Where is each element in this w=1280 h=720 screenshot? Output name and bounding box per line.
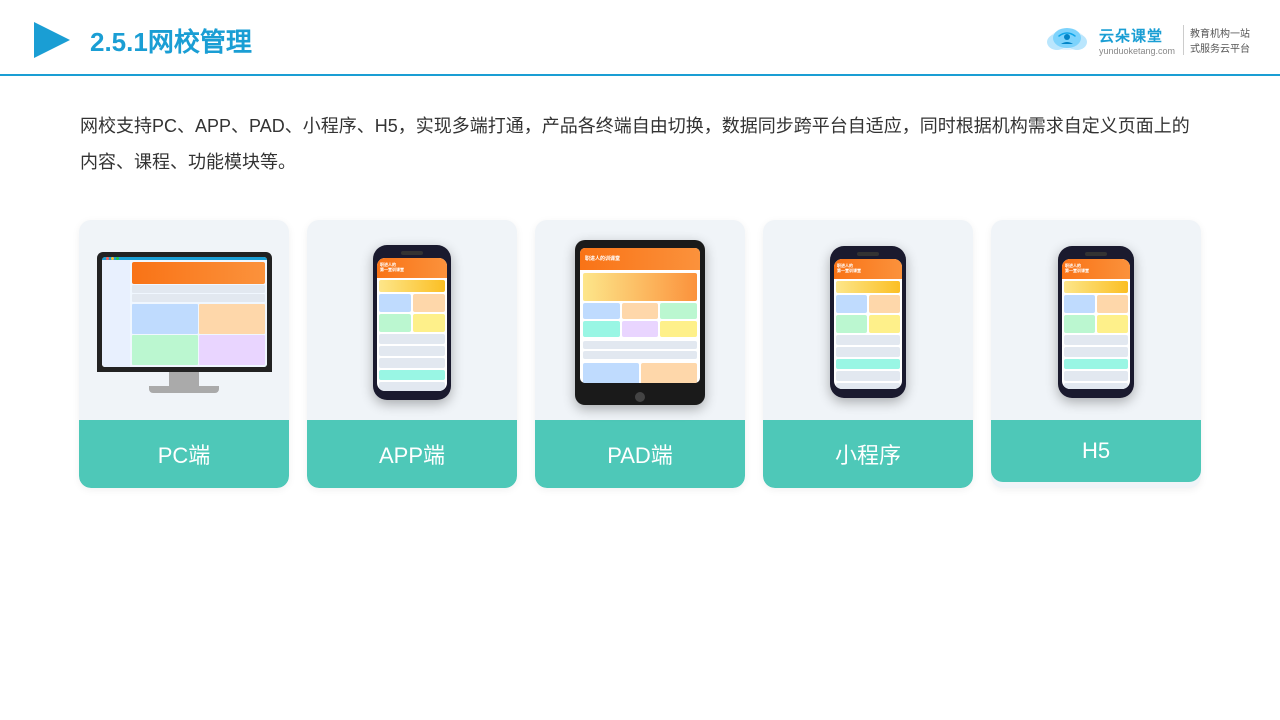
- h5-screen: 职进人的第一堂训课堂: [1062, 259, 1130, 389]
- card-h5-image: 职进人的第一堂训课堂: [991, 220, 1201, 420]
- logo-area: 云朵课堂 yunduoketang.com 教育机构一站 式服务云平台: [1041, 20, 1250, 60]
- card-miniprogram: 职进人的第一堂训课堂: [763, 220, 973, 488]
- platform-cards: PC端 职进人的第一堂训课堂: [0, 200, 1280, 518]
- monitor-screen: [102, 257, 267, 367]
- card-pc: PC端: [79, 220, 289, 488]
- card-h5: 职进人的第一堂训课堂: [991, 220, 1201, 488]
- card-app-label: APP端: [307, 420, 517, 488]
- card-app: 职进人的第一堂训课堂: [307, 220, 517, 488]
- miniprogram-phone-mockup: 职进人的第一堂训课堂: [830, 246, 906, 398]
- logo-url: yunduoketang.com: [1099, 46, 1175, 56]
- card-app-image: 职进人的第一堂训课堂: [307, 220, 517, 420]
- miniprogram-screen: 职进人的第一堂训课堂: [834, 259, 902, 389]
- card-h5-label: H5: [991, 420, 1201, 482]
- page-title: 2.5.1网校管理: [90, 22, 252, 59]
- h5-phone-mockup: 职进人的第一堂训课堂: [1058, 246, 1134, 398]
- card-pc-label: PC端: [79, 420, 289, 488]
- logo-text-area: 云朵课堂 yunduoketang.com: [1099, 25, 1175, 56]
- card-pc-image: [79, 220, 289, 420]
- app-phone-screen: 职进人的第一堂训课堂: [377, 258, 447, 391]
- card-pad-image: 职进人的训课堂: [535, 220, 745, 420]
- header-left: 2.5.1网校管理: [30, 18, 252, 62]
- description-text: 网校支持PC、APP、PAD、小程序、H5，实现多端打通，产品各终端自由切换，数…: [0, 76, 1280, 200]
- play-icon: [30, 18, 74, 62]
- page-header: 2.5.1网校管理 云朵课堂 yunduoketang.com 教育机构一站 式…: [0, 0, 1280, 76]
- logo-name: 云朵课堂: [1099, 25, 1175, 46]
- pad-screen: 职进人的训课堂: [580, 248, 700, 383]
- logo-tagline: 教育机构一站 式服务云平台: [1183, 25, 1250, 55]
- cloud-logo-icon: [1041, 20, 1093, 60]
- app-phone-mockup: 职进人的第一堂训课堂: [373, 245, 451, 400]
- card-miniprogram-image: 职进人的第一堂训课堂: [763, 220, 973, 420]
- pc-mockup: [97, 252, 272, 393]
- pad-tablet-mockup: 职进人的训课堂: [575, 240, 705, 405]
- monitor-frame: [97, 252, 272, 372]
- card-pad: 职进人的训课堂: [535, 220, 745, 488]
- card-miniprogram-label: 小程序: [763, 420, 973, 488]
- card-pad-label: PAD端: [535, 420, 745, 488]
